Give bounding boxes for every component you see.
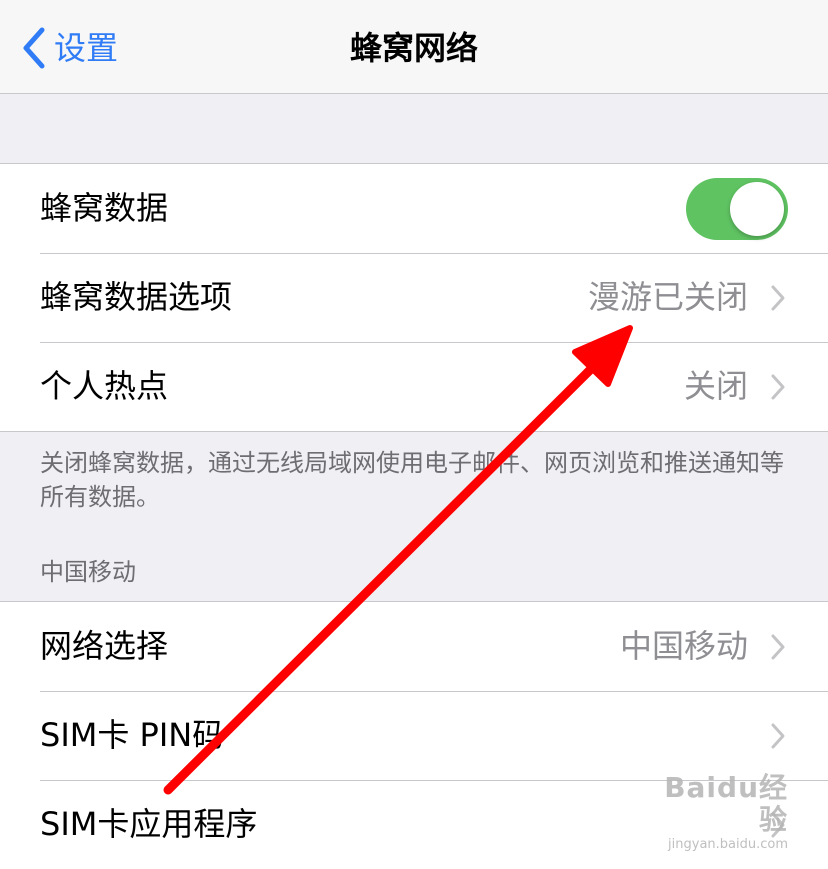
cellular-data-toggle[interactable]	[686, 178, 788, 240]
watermark-brand: Baidu经验	[664, 771, 788, 836]
chevron-right-icon	[771, 374, 785, 400]
row-label: 蜂窝数据	[40, 189, 169, 227]
cellular-main-group: 蜂窝数据 蜂窝数据选项 漫游已关闭 个人热点 关闭	[0, 163, 828, 432]
navigation-bar: 设置 蜂窝网络	[0, 0, 828, 94]
row-cellular-data: 蜂窝数据	[0, 164, 828, 253]
chevron-right-icon	[771, 723, 785, 749]
chevron-right-icon	[771, 634, 785, 660]
chevron-right-icon	[771, 285, 785, 311]
row-label: 网络选择	[40, 627, 169, 665]
row-sim-pin[interactable]: SIM卡 PIN码	[0, 691, 828, 780]
row-cellular-data-options[interactable]: 蜂窝数据选项 漫游已关闭	[0, 253, 828, 342]
page-title: 蜂窝网络	[349, 29, 478, 67]
baidu-watermark: Baidu经验 jingyan.baidu.com	[638, 772, 788, 853]
row-label: 蜂窝数据选项	[40, 278, 233, 316]
row-value: 漫游已关闭	[587, 278, 748, 316]
cellular-footer-note: 关闭蜂窝数据，通过无线局域网使用电子邮件、网页浏览和推送通知等所有数据。	[40, 449, 784, 511]
watermark-url: jingyan.baidu.com	[668, 837, 788, 852]
row-value: 中国移动	[619, 627, 748, 665]
row-label: SIM卡 PIN码	[40, 716, 225, 754]
row-network-selection[interactable]: 网络选择 中国移动	[0, 602, 828, 691]
carrier-section-header: 中国移动	[40, 558, 136, 586]
row-value: 关闭	[683, 367, 748, 405]
row-label: 个人热点	[40, 367, 169, 405]
toggle-knob	[730, 182, 784, 236]
row-personal-hotspot[interactable]: 个人热点 关闭	[0, 342, 828, 431]
